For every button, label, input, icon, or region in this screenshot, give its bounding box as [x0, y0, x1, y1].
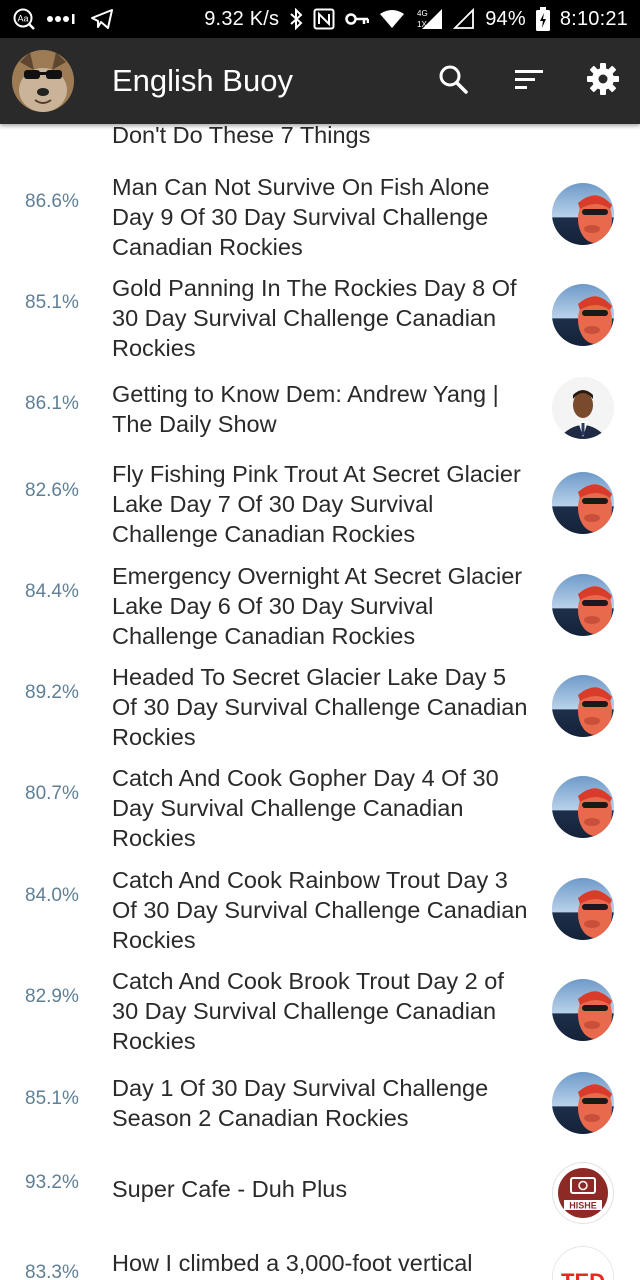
- score-label: 80.7%: [25, 783, 79, 804]
- video-title: Fly Fishing Pink Trout At Secret Glacier…: [112, 461, 521, 547]
- score-label: 84.4%: [25, 581, 79, 602]
- score-label: 93.2%: [25, 1172, 79, 1193]
- video-title: Catch And Cook Gopher Day 4 Of 30 Day Su…: [112, 765, 499, 851]
- sort-icon: [513, 67, 545, 96]
- list-item[interactable]: 89.2% Headed To Secret Glacier Lake Day …: [0, 658, 640, 758]
- bluetooth-icon: [289, 8, 303, 30]
- survival-channel-avatar-icon: [552, 472, 614, 534]
- video-title: Man Can Not Survive On Fish Alone Day 9 …: [112, 174, 490, 260]
- list-item[interactable]: 84.0% Catch And Cook Rainbow Trout Day 3…: [0, 861, 640, 961]
- video-title: Headed To Secret Glacier Lake Day 5 Of 3…: [112, 664, 528, 750]
- status-bar-right: 9.32 K/s 4G 1X 94% 8:10:21: [204, 6, 628, 32]
- search-button[interactable]: [434, 62, 472, 100]
- mobile-signal-icon: 4G 1X: [415, 7, 443, 31]
- mobile-signal-empty-icon: [453, 8, 475, 30]
- video-title: Super Cafe - Duh Plus: [112, 1176, 348, 1202]
- list-item[interactable]: 82.6% Fly Fishing Pink Trout At Secret G…: [0, 455, 640, 555]
- battery-charging-icon: [535, 7, 550, 31]
- survival-channel-avatar-icon: [552, 675, 614, 737]
- app-bar: English Buoy: [0, 38, 640, 124]
- score-label: 82.6%: [25, 480, 79, 501]
- video-title: Catch And Cook Rainbow Trout Day 3 Of 30…: [112, 867, 528, 953]
- video-title: Don't Do These 7 Things: [112, 124, 371, 148]
- video-title: Gold Panning In The Rockies Day 8 Of 30 …: [112, 275, 517, 361]
- score-label: 89.2%: [25, 682, 79, 703]
- daily-show-avatar-icon: [552, 377, 614, 439]
- status-bar: Aa 9.32 K/s 4G 1X 94% 8:10:21: [0, 0, 640, 38]
- score-label: 86.1%: [25, 393, 79, 414]
- telegram-icon: [90, 8, 114, 30]
- survival-channel-avatar-icon: [552, 183, 614, 245]
- clock: 8:10:21: [559, 7, 628, 30]
- hishe-badge-text: HISHE: [569, 1201, 597, 1211]
- ted-badge-text: TED: [561, 1269, 605, 1280]
- score-label: 82.9%: [25, 986, 79, 1007]
- score-label: 85.1%: [25, 292, 79, 313]
- video-title: How I climbed a 3,000-foot vertical: [112, 1250, 473, 1276]
- score-label: 84.0%: [25, 885, 79, 906]
- score-label: 86.6%: [25, 191, 79, 212]
- score-label: 83.3%: [25, 1262, 79, 1280]
- list-item[interactable]: 86.1% Getting to Know Dem: Andrew Yang |…: [0, 369, 640, 453]
- battery-percent: 94%: [485, 7, 526, 30]
- nfc-icon: [313, 8, 335, 30]
- video-list[interactable]: Don't Do These 7 Things 86.6% Man Can No…: [0, 124, 640, 1280]
- list-item[interactable]: 86.6% Man Can Not Survive On Fish Alone …: [0, 166, 640, 266]
- list-item[interactable]: 80.7% Catch And Cook Gopher Day 4 Of 30 …: [0, 759, 640, 859]
- sort-button[interactable]: [510, 62, 548, 100]
- score-label: 85.1%: [25, 1088, 79, 1109]
- status-bar-left: Aa: [12, 6, 114, 32]
- search-icon: [438, 64, 468, 99]
- list-item[interactable]: 93.2% Super Cafe - Duh Plus HISHE: [0, 1150, 640, 1234]
- svg-text:Aa: Aa: [17, 14, 28, 24]
- video-title: Emergency Overnight At Secret Glacier La…: [112, 563, 523, 649]
- wifi-icon: [379, 9, 405, 29]
- list-item[interactable]: 85.1% Gold Panning In The Rockies Day 8 …: [0, 267, 640, 367]
- list-item[interactable]: 82.9% Catch And Cook Brook Trout Day 2 o…: [0, 962, 640, 1062]
- list-item[interactable]: 83.3% How I climbed a 3,000-foot vertica…: [0, 1234, 640, 1280]
- survival-channel-avatar-icon: [552, 979, 614, 1041]
- network-speed: 9.32 K/s: [204, 7, 280, 30]
- survival-channel-avatar-icon: [552, 574, 614, 636]
- settings-icon: [586, 62, 620, 101]
- app-title: English Buoy: [112, 63, 293, 98]
- dictionary-app-icon: Aa: [12, 7, 36, 31]
- ted-avatar-icon: TED: [552, 1246, 614, 1280]
- list-item[interactable]: 85.1% Day 1 Of 30 Day Survival Challenge…: [0, 1064, 640, 1148]
- vpn-key-icon: [345, 12, 370, 26]
- video-title: Getting to Know Dem: Andrew Yang | The D…: [112, 381, 499, 437]
- video-title: Day 1 Of 30 Day Survival Challenge Seaso…: [112, 1075, 489, 1131]
- list-item[interactable]: Don't Do These 7 Things: [0, 124, 640, 154]
- list-item[interactable]: 84.4% Emergency Overnight At Secret Glac…: [0, 557, 640, 657]
- network-type-label: 4G: [417, 9, 428, 18]
- hishe-avatar-icon: HISHE: [552, 1162, 614, 1224]
- settings-button[interactable]: [584, 62, 622, 100]
- signal-dots-icon: [46, 13, 80, 25]
- survival-channel-avatar-icon: [552, 878, 614, 940]
- survival-channel-avatar-icon: [552, 1072, 614, 1134]
- survival-channel-avatar-icon: [552, 284, 614, 346]
- network-sub-label: 1X: [417, 20, 427, 29]
- user-avatar[interactable]: [12, 50, 74, 112]
- video-title: Catch And Cook Brook Trout Day 2 of 30 D…: [112, 968, 504, 1054]
- survival-channel-avatar-icon: [552, 776, 614, 838]
